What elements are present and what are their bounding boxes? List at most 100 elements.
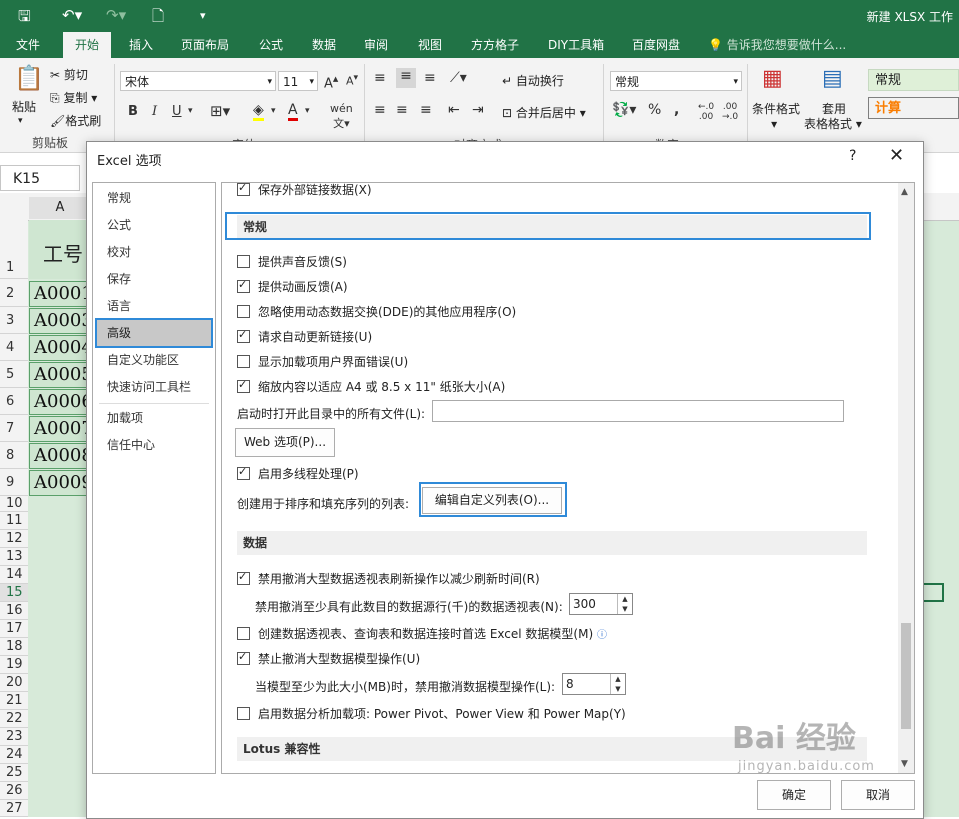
disable-undo-pivot-option[interactable]: 禁用撤消大型数据透视表刷新操作以减少刷新时间(R) [237,570,540,587]
fill-color-icon[interactable]: ◈ [253,102,264,121]
tab-file[interactable]: 文件 [16,32,40,58]
cell-a8[interactable]: A0008 [29,443,93,469]
tab-fangfang[interactable]: 方方格子 [471,32,519,58]
font-size-select[interactable]: 11 ▾ [278,71,318,91]
options-scrollbar[interactable]: ▲ ▼ [898,183,914,773]
table-format-icon[interactable]: ▤ [822,66,843,91]
font-color-dropdown-icon[interactable]: ▾ [305,106,310,116]
nav-general[interactable]: 常规 [97,185,211,211]
tab-formulas[interactable]: 公式 [259,32,283,58]
row-header-18[interactable]: 18 [0,638,28,656]
checkbox-icon[interactable] [237,183,250,196]
disable-undo-model-option[interactable]: 禁止撤消大型数据模型操作(U) [237,650,420,667]
row-header-19[interactable]: 19 [0,656,28,674]
grow-font-icon[interactable]: A▴ [324,72,338,91]
row-header-27[interactable]: 27 [0,800,28,817]
align-right-icon[interactable]: ≡ [420,102,432,118]
nav-quick-access-toolbar[interactable]: 快速访问工具栏 [97,374,211,400]
nav-language[interactable]: 语言 [97,293,211,319]
row-header-16[interactable]: 16 [0,602,28,620]
wrap-text-button[interactable]: ↵ 自动换行 [502,72,564,89]
row-header-24[interactable]: 24 [0,746,28,764]
decrease-decimal-icon[interactable]: .00 →.0 [722,102,738,122]
tab-insert[interactable]: 插入 [129,32,153,58]
checkbox-icon[interactable] [237,305,250,318]
stepper-arrows-icon[interactable]: ▲ ▼ [617,594,632,614]
row-header-5[interactable]: 5 [0,361,28,388]
header-cell[interactable]: 工号 [29,220,91,279]
stepper-arrows-icon[interactable]: ▲ ▼ [610,674,625,694]
conditional-format-icon[interactable]: ▦ [762,66,783,91]
bold-button[interactable]: B [128,104,138,119]
tab-review[interactable]: 审阅 [364,32,388,58]
checkbox-icon[interactable] [237,570,250,585]
row-header-11[interactable]: 11 [0,512,28,530]
checkbox-icon[interactable] [237,378,250,393]
row-header-3[interactable]: 3 [0,307,28,334]
customize-qat-icon[interactable]: ▾ [200,9,206,22]
shrink-font-icon[interactable]: A▾ [346,72,358,88]
merge-center-button[interactable]: ⊡ 合并后居中 ▾ [502,104,586,121]
font-name-select[interactable]: 宋体 ▾ [120,71,276,91]
cell-a9[interactable]: A0009 [29,470,93,496]
undo-icon[interactable]: ↶▾ [62,6,82,24]
cut-button[interactable]: ✂ 剪切 [50,66,88,83]
italic-button[interactable]: I [152,104,157,119]
new-file-icon[interactable]: 🗋 [152,6,164,31]
tab-home[interactable]: 开始 [63,32,112,58]
row-header-9[interactable]: 9 [0,469,28,496]
cell-a5[interactable]: A0005 [29,362,93,388]
underline-dropdown-icon[interactable]: ▾ [188,106,193,116]
increase-indent-icon[interactable]: ⇥ [472,102,484,118]
align-center-icon[interactable]: ≡ [396,102,408,118]
row-header-2[interactable]: 2 [0,280,28,307]
model-size-stepper[interactable]: 8 ▲ ▼ [562,673,626,695]
row-header-17[interactable]: 17 [0,620,28,638]
nav-addins[interactable]: 加载项 [97,405,211,431]
comma-style-icon[interactable]: , [674,102,679,118]
paste-label[interactable]: 粘贴 [12,98,36,115]
prefer-data-model-option[interactable]: 创建数据透视表、查询表和数据连接时首选 Excel 数据模型(M) ⓘ [237,625,607,642]
row-header-21[interactable]: 21 [0,692,28,710]
percent-icon[interactable]: % [648,102,661,118]
tab-diy-toolbox[interactable]: DIY工具箱 [548,32,604,58]
row-header-10[interactable]: 10 [0,496,28,512]
column-header-a[interactable]: A [29,197,91,219]
accounting-format-icon[interactable]: 💱▾ [612,102,636,118]
nav-proofing[interactable]: 校对 [97,239,211,265]
row-header-8[interactable]: 8 [0,442,28,469]
row-header-14[interactable]: 14 [0,566,28,584]
copy-button[interactable]: ⎘ 复制 ▾ [50,89,97,106]
checkbox-icon[interactable] [237,627,250,640]
align-bottom-icon[interactable]: ≡ [424,70,436,86]
row-header-13[interactable]: 13 [0,548,28,566]
save-icon[interactable]: 🖫 [18,6,31,31]
save-external-links-option[interactable]: 保存外部链接数据(X) [237,183,372,198]
startup-folder-input[interactable] [432,400,844,422]
checkbox-icon[interactable] [237,278,250,293]
cell-a3[interactable]: A0003 [29,308,93,334]
row-header-12[interactable]: 12 [0,530,28,548]
animation-feedback-option[interactable]: 提供动画反馈(A) [237,278,348,295]
conditional-format-button[interactable]: 条件格式 ▾ [752,100,800,131]
help-icon[interactable]: ? [849,148,856,164]
table-format-label-bottom[interactable]: 表格格式 ▾ [804,115,862,132]
align-top-icon[interactable]: ≡ [374,70,386,86]
pivot-rows-stepper[interactable]: 300 ▲ ▼ [569,593,633,615]
increase-decimal-icon[interactable]: ←.0.00 [698,102,714,122]
tab-page-layout[interactable]: 页面布局 [181,32,229,58]
phonetic-icon[interactable]: wén 文▾ [330,102,353,131]
tab-view[interactable]: 视图 [418,32,442,58]
sound-feedback-option[interactable]: 提供声音反馈(S) [237,253,347,270]
underline-button[interactable]: U [172,104,182,119]
checkbox-icon[interactable] [237,465,250,480]
redo-icon[interactable]: ↷▾ [106,6,126,24]
addin-ui-errors-option[interactable]: 显示加载项用户界面错误(U) [237,353,408,370]
decrease-indent-icon[interactable]: ⇤ [448,102,460,118]
checkbox-icon[interactable] [237,355,250,368]
cell-a4[interactable]: A0004 [29,335,93,361]
cell-a6[interactable]: A0006 [29,389,93,415]
tab-data[interactable]: 数据 [312,32,336,58]
row-header-22[interactable]: 22 [0,710,28,728]
checkbox-icon[interactable] [237,255,250,268]
